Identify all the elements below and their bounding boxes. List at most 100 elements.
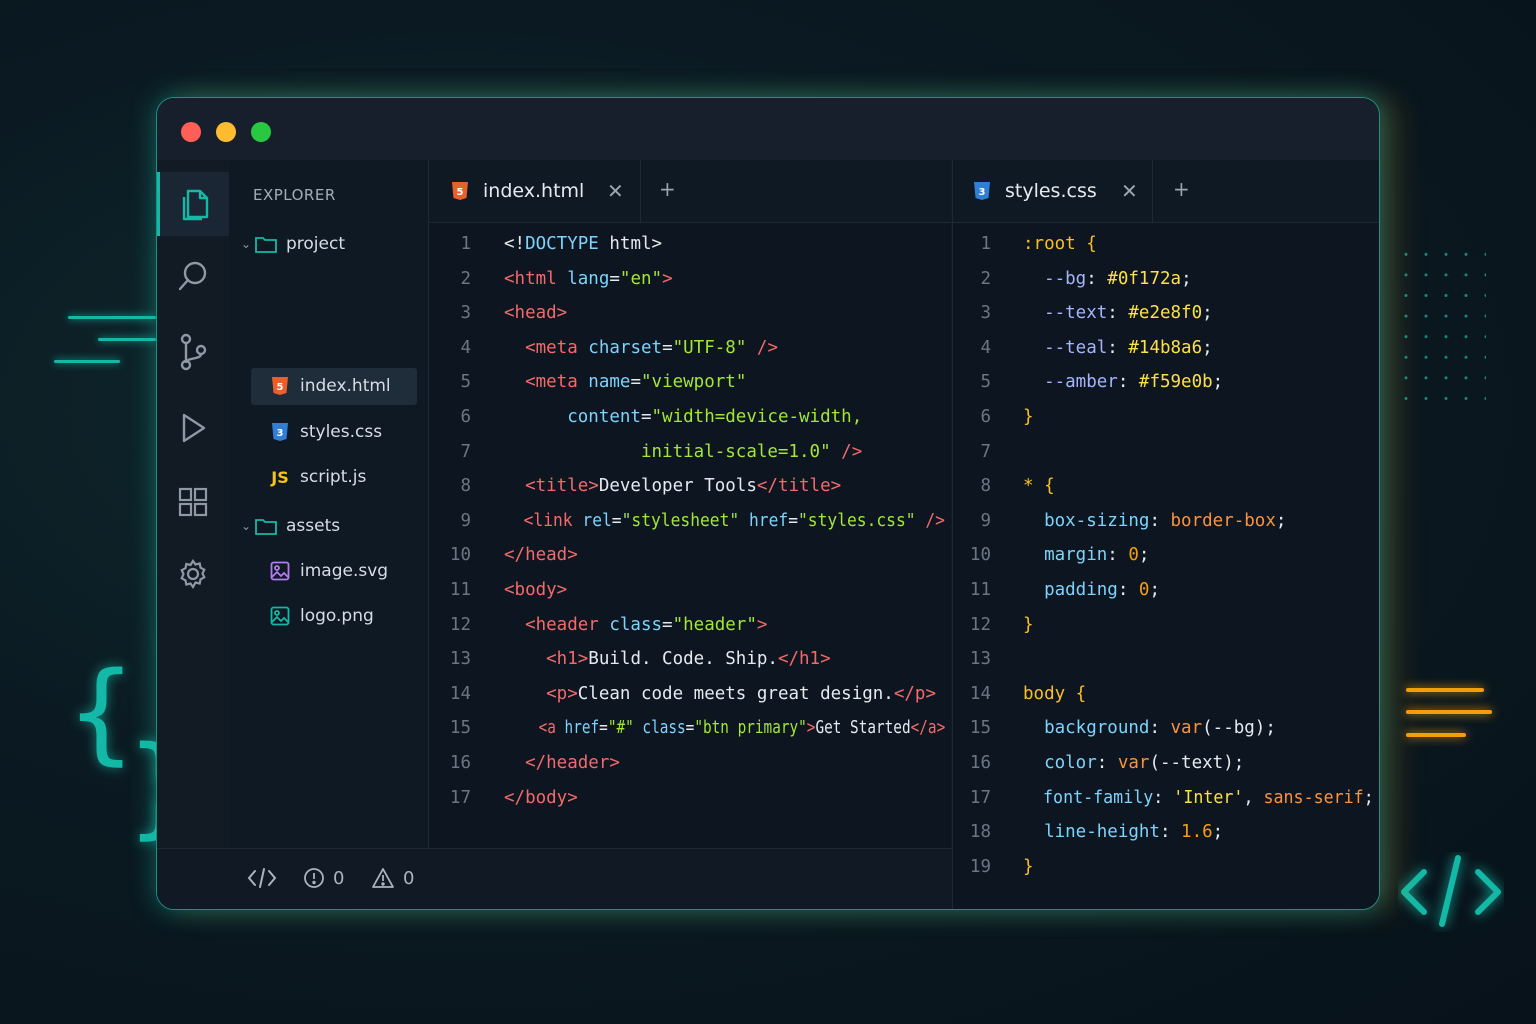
code-text: </header> bbox=[504, 753, 620, 773]
code-token: --bg bbox=[1023, 268, 1087, 289]
line-number: 5 bbox=[980, 372, 991, 393]
close-tab-icon[interactable]: ✕ bbox=[607, 179, 624, 203]
code-token: /> bbox=[746, 337, 778, 358]
code-text: </head> bbox=[504, 545, 578, 565]
code-token: <title> bbox=[504, 476, 599, 497]
code-line: 3 --text: #e2e8f0; bbox=[953, 303, 1379, 337]
code-token: ; bbox=[1149, 580, 1160, 600]
code-line: 10 </head> bbox=[429, 545, 951, 579]
errors-status[interactable]: 0 bbox=[303, 867, 344, 889]
css-editor-pane: 3 styles.css ✕ + 1:root {2 --bg: #0f172a… bbox=[952, 160, 1379, 909]
extensions-activity-button[interactable] bbox=[157, 470, 229, 534]
code-token: color bbox=[1023, 753, 1097, 773]
code-token: = bbox=[609, 268, 620, 289]
tree-label: styles.css bbox=[300, 422, 383, 442]
line-number: 14 bbox=[449, 683, 471, 704]
code-token: :root { bbox=[1023, 234, 1097, 254]
code-token: margin bbox=[1023, 545, 1108, 566]
code-token: = bbox=[662, 614, 673, 635]
line-number: 8 bbox=[460, 476, 471, 497]
code-token: ; bbox=[1212, 372, 1224, 393]
code-text: initial-scale=1.0" /> bbox=[504, 442, 862, 462]
tab-index-html[interactable]: 5 index.html ✕ bbox=[429, 160, 641, 222]
code-token: <body> bbox=[504, 580, 568, 600]
code-text: <meta name="viewport" bbox=[504, 372, 746, 392]
tab-label: index.html bbox=[483, 180, 585, 202]
tree-file-image-svg[interactable]: image.svg bbox=[251, 553, 388, 589]
code-token: ; bbox=[1212, 822, 1224, 843]
warnings-status[interactable]: 0 bbox=[371, 867, 414, 889]
line-number: 10 bbox=[969, 545, 991, 566]
code-text: color: var(--text); bbox=[1023, 753, 1244, 773]
tree-label: index.html bbox=[300, 376, 391, 396]
code-text: background: var(--bg); bbox=[1023, 718, 1276, 738]
code-text: <p>Clean code meets great design.</p> bbox=[504, 684, 936, 704]
line-number: 18 bbox=[969, 822, 991, 843]
code-token: ; bbox=[1363, 787, 1374, 808]
svg-text:5: 5 bbox=[457, 187, 464, 198]
code-line: 2 <html lang="en"> bbox=[429, 269, 951, 303]
tree-file-logo-png[interactable]: logo.png bbox=[251, 598, 374, 634]
settings-activity-button[interactable] bbox=[157, 542, 229, 606]
tree-file-styles-css[interactable]: 3 styles.css bbox=[251, 414, 382, 450]
code-token: href bbox=[739, 510, 789, 531]
code-line: 11 <body> bbox=[429, 580, 951, 614]
code-token: "width=device-width, bbox=[651, 407, 863, 427]
code-line: 1 <!DOCTYPE html> bbox=[429, 234, 951, 268]
css3-icon: 3 bbox=[269, 422, 291, 442]
code-line: 16 </header> bbox=[429, 753, 951, 787]
code-token: : bbox=[1107, 337, 1129, 358]
minimize-window-button[interactable] bbox=[216, 122, 236, 142]
code-text: --amber: #f59e0b; bbox=[1023, 372, 1223, 392]
maximize-window-button[interactable] bbox=[251, 122, 271, 142]
line-number: 17 bbox=[969, 787, 991, 808]
code-token: sans-serif bbox=[1263, 787, 1364, 808]
code-token: > bbox=[806, 718, 816, 739]
code-token: <link bbox=[504, 510, 583, 531]
close-window-button[interactable] bbox=[181, 122, 201, 142]
html-editor-pane: 5 index.html ✕ + 1 <!DOCTYPE html> 2 <html … bbox=[429, 160, 951, 848]
explorer-activity-button[interactable] bbox=[157, 172, 229, 236]
line-number: 1 bbox=[460, 234, 471, 254]
left-tab-bar: 5 index.html ✕ + bbox=[429, 160, 951, 223]
folder-icon bbox=[255, 517, 277, 535]
code-token: ; bbox=[1202, 337, 1213, 358]
image-icon bbox=[269, 561, 291, 581]
tab-styles-css[interactable]: 3 styles.css ✕ bbox=[953, 160, 1153, 222]
code-token: : bbox=[1149, 718, 1171, 739]
code-token: initial-scale=1.0" bbox=[504, 441, 831, 462]
code-token: 0 bbox=[1128, 545, 1139, 566]
line-number: 11 bbox=[449, 580, 471, 600]
code-text: font-family: 'Inter', sans-serif; bbox=[1023, 788, 1374, 808]
source-control-activity-button[interactable] bbox=[157, 320, 229, 384]
tree-folder-project[interactable]: ⌄ project bbox=[241, 226, 345, 262]
line-number: 12 bbox=[969, 614, 991, 635]
code-text: --teal: #14b8a6; bbox=[1023, 338, 1213, 358]
search-activity-button[interactable] bbox=[157, 244, 229, 308]
line-number: 17 bbox=[449, 787, 471, 808]
code-text: <html lang="en"> bbox=[504, 269, 673, 289]
new-tab-icon[interactable]: + bbox=[659, 177, 676, 201]
code-text: } bbox=[1023, 615, 1034, 635]
code-token: #f59e0b bbox=[1138, 372, 1213, 393]
run-activity-button[interactable] bbox=[157, 396, 229, 460]
line-number: 7 bbox=[460, 441, 471, 462]
code-line: 16 color: var(--text); bbox=[953, 753, 1379, 787]
code-line: 3 <head> bbox=[429, 303, 951, 337]
tree-file-script-js[interactable]: JS script.js bbox=[251, 459, 366, 495]
close-tab-icon[interactable]: ✕ bbox=[1121, 179, 1138, 203]
line-number: 2 bbox=[980, 268, 991, 289]
new-tab-icon[interactable]: + bbox=[1173, 177, 1190, 201]
line-number: 16 bbox=[969, 753, 991, 773]
extensions-icon bbox=[178, 487, 208, 517]
code-view-button[interactable] bbox=[247, 867, 277, 889]
code-line: 14 <p>Clean code meets great design.</p> bbox=[429, 684, 951, 718]
code-token: /> bbox=[830, 441, 863, 462]
code-token: <html bbox=[504, 268, 568, 289]
line-number: 11 bbox=[969, 580, 991, 600]
tree-file-index-html[interactable]: 5 index.html bbox=[251, 368, 417, 404]
code-line: 8 <title>Developer Tools</title> bbox=[429, 476, 951, 510]
code-token: body { bbox=[1023, 683, 1087, 704]
tree-folder-assets[interactable]: ⌄ assets bbox=[241, 508, 340, 544]
code-line: 15 background: var(--bg); bbox=[953, 718, 1379, 752]
